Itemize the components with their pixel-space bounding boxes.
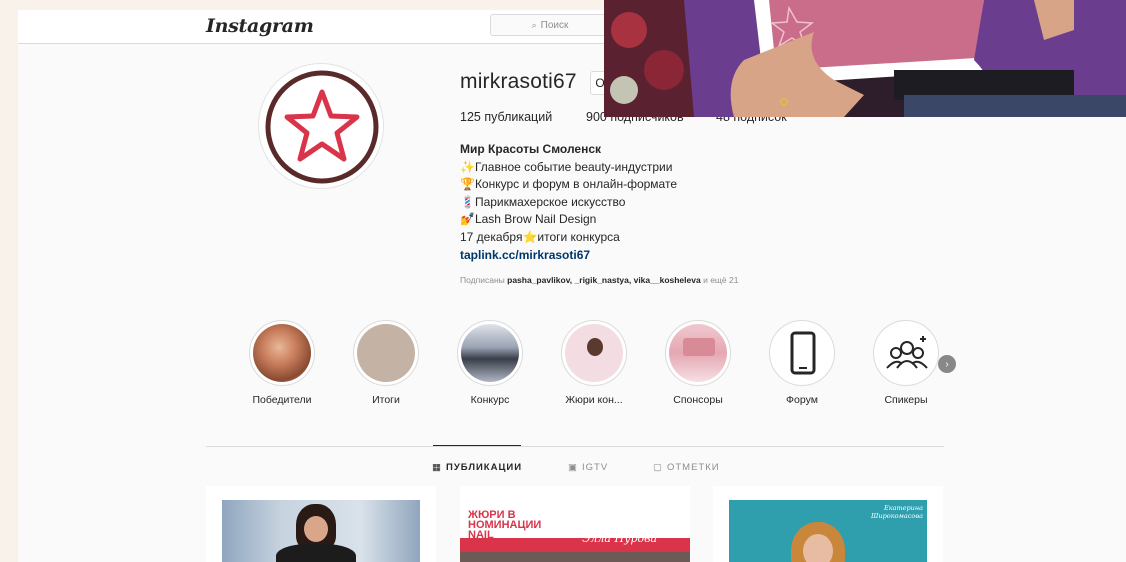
highlight-thumbnail (565, 324, 623, 382)
profile-username: mirkrasoti67 (460, 70, 577, 93)
bio-line: 🏆Конкурс и форум в онлайн-формате (460, 177, 677, 192)
highlight-speakers[interactable]: Спикеры (866, 320, 946, 406)
search-placeholder: Поиск (540, 19, 569, 31)
followed-suffix: и ещё 21 (703, 275, 739, 285)
profile-avatar[interactable] (258, 63, 384, 189)
highlight-ring (249, 320, 315, 386)
bio-line: 💈Парикмахерское искусство (460, 194, 626, 209)
followed-prefix: Подписаны (460, 275, 505, 285)
grid-icon: ▦ (432, 462, 442, 473)
tab-tagged[interactable]: ▢ ОТМЕТКИ (653, 462, 720, 473)
tab-igtv[interactable]: ▣ IGTV (568, 462, 608, 473)
highlight-ring (353, 320, 419, 386)
post-title: ЖЮРИ В НОМИНАЦИИ NAIL (468, 509, 542, 541)
profile-full-name: Мир Красоты Смоленск (460, 142, 602, 156)
tab-label: IGTV (581, 462, 609, 473)
bio-line: 💅Lash Brow Nail Design (460, 212, 597, 227)
highlight-label: Итоги (372, 394, 400, 406)
highlight-ring (457, 320, 523, 386)
followed-by-text[interactable]: Подписаны pasha_pavlikov, _rigik_nastya,… (460, 275, 738, 285)
followed-names[interactable]: pasha_pavlikov, _rigik_nastya, vika__kos… (507, 275, 701, 285)
post-author: Екатерина Широкомасова (871, 504, 923, 520)
tab-label: ПУБЛИКАЦИИ (445, 462, 523, 473)
post-thumbnail[interactable]: Екатерина Широкомасова (713, 486, 943, 562)
highlight-contest[interactable]: Конкурс (450, 320, 530, 406)
highlight-results[interactable]: Итоги (346, 320, 426, 406)
tabs-divider (206, 446, 944, 447)
tag-icon: ▢ (653, 462, 663, 473)
photo-illustration (604, 0, 1126, 117)
igtv-icon: ▣ (568, 462, 578, 473)
highlight-ring (873, 320, 939, 386)
active-tab-indicator (433, 445, 521, 446)
highlight-label: Спонсоры (673, 394, 723, 406)
highlight-thumbnail (461, 324, 519, 382)
search-icon: ⌕ (531, 19, 537, 30)
instagram-logo[interactable]: Instagram (206, 15, 314, 37)
tab-label: ОТМЕТКИ (666, 462, 720, 473)
bio-link[interactable]: taplink.cc/mirkrasoti67 (460, 247, 677, 265)
bio-line: ✨Главное событие beauty-индустрии (460, 159, 673, 174)
highlight-jury[interactable]: Жюри кон... (554, 320, 634, 406)
post-author: Элла Нурова (582, 532, 658, 545)
highlight-label: Победители (252, 394, 312, 406)
highlight-thumbnail (253, 324, 311, 382)
highlight-ring (769, 320, 835, 386)
post-thumbnail[interactable] (206, 486, 436, 562)
post-thumbnail[interactable]: ЖЮРИ В НОМИНАЦИИ NAIL Элла Нурова (460, 486, 690, 562)
group-icon (877, 324, 935, 382)
story-highlights: Победители Итоги Конкурс Жюри кон... Спо… (238, 320, 958, 410)
chevron-right-icon[interactable]: › (938, 355, 956, 373)
highlight-forum[interactable]: Форум (762, 320, 842, 406)
profile-bio: Мир Красоты Смоленск ✨Главное событие be… (460, 141, 677, 264)
highlight-ring (561, 320, 627, 386)
bio-line: 17 декабря⭐итоги конкурса (460, 229, 620, 244)
highlight-ring (665, 320, 731, 386)
highlight-label: Форум (786, 394, 818, 406)
highlight-label: Конкурс (470, 394, 510, 406)
highlight-sponsors[interactable]: Спонсоры (658, 320, 738, 406)
highlight-thumbnail (357, 324, 415, 382)
star-logo-icon (265, 70, 379, 184)
highlight-label: Спикеры (884, 394, 928, 406)
highlight-winners[interactable]: Победители (242, 320, 322, 406)
search-input[interactable]: ⌕ Поиск (490, 14, 610, 36)
posts-count: 125 публикаций (460, 110, 553, 124)
tab-posts[interactable]: ▦ ПУБЛИКАЦИИ (432, 462, 522, 473)
phone-icon (773, 324, 831, 382)
highlight-label: Жюри кон... (565, 394, 623, 406)
highlight-thumbnail (669, 324, 727, 382)
overlay-photo (604, 0, 1126, 117)
